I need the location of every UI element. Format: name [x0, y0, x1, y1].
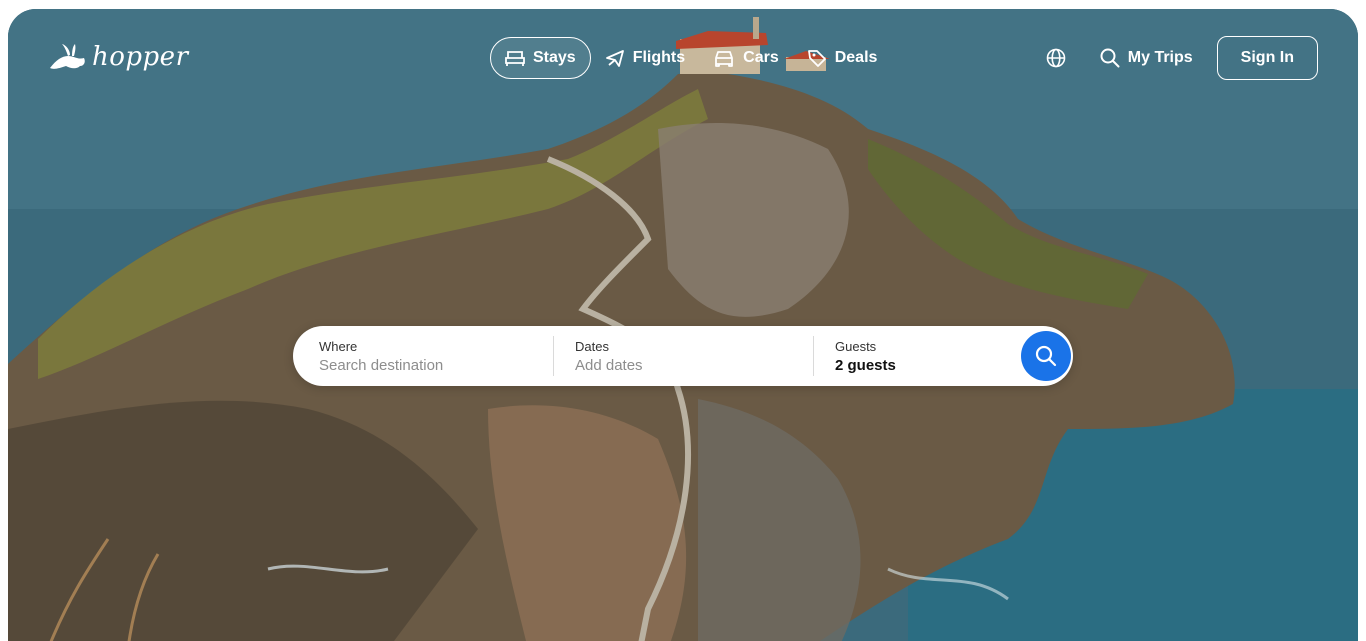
tab-flights-label: Flights: [632, 49, 686, 66]
guests-label: Guests: [835, 338, 877, 354]
search-bar: Where Dates Guests 2 guests: [293, 326, 1073, 386]
tab-flights[interactable]: Flights: [591, 37, 699, 79]
language-button[interactable]: [1036, 38, 1076, 78]
account-nav: My Trips Sign In: [1036, 36, 1318, 80]
guests-value: 2 guests: [835, 356, 896, 374]
hopper-logo[interactable]: hopper: [48, 42, 189, 72]
where-field[interactable]: Where: [293, 326, 553, 386]
tab-cars-label: Cars: [743, 49, 779, 66]
my-trips-link[interactable]: My Trips: [1090, 48, 1203, 68]
where-label: Where: [319, 338, 358, 354]
main-nav: Stays Flights Cars Deals: [490, 37, 891, 79]
bunny-icon: [50, 44, 85, 69]
dates-label: Dates: [575, 338, 609, 354]
search-button[interactable]: [1021, 331, 1071, 381]
tab-deals-label: Deals: [834, 49, 878, 66]
sign-in-button[interactable]: Sign In: [1216, 36, 1318, 80]
brand-name: hopper: [92, 42, 189, 72]
car-icon: [715, 51, 734, 67]
tag-icon: [807, 50, 826, 67]
search-icon: [1100, 48, 1120, 68]
dates-field[interactable]: Dates: [554, 326, 813, 386]
tab-stays[interactable]: Stays: [490, 37, 591, 79]
tab-deals[interactable]: Deals: [793, 37, 892, 79]
hero-background: hopper Stays Flights Cars Deals My Trips…: [8, 9, 1358, 641]
search-icon: [1035, 345, 1057, 367]
globe-icon: [1046, 48, 1066, 68]
my-trips-label: My Trips: [1127, 49, 1193, 66]
hero-photo-island: [8, 9, 1358, 641]
plane-icon: [605, 50, 624, 67]
dates-input[interactable]: [575, 356, 775, 374]
bed-icon: [505, 51, 525, 66]
guests-field[interactable]: Guests 2 guests: [814, 326, 1018, 386]
tab-cars[interactable]: Cars: [699, 37, 793, 79]
destination-input[interactable]: [319, 356, 519, 374]
tab-stays-label: Stays: [533, 49, 576, 66]
